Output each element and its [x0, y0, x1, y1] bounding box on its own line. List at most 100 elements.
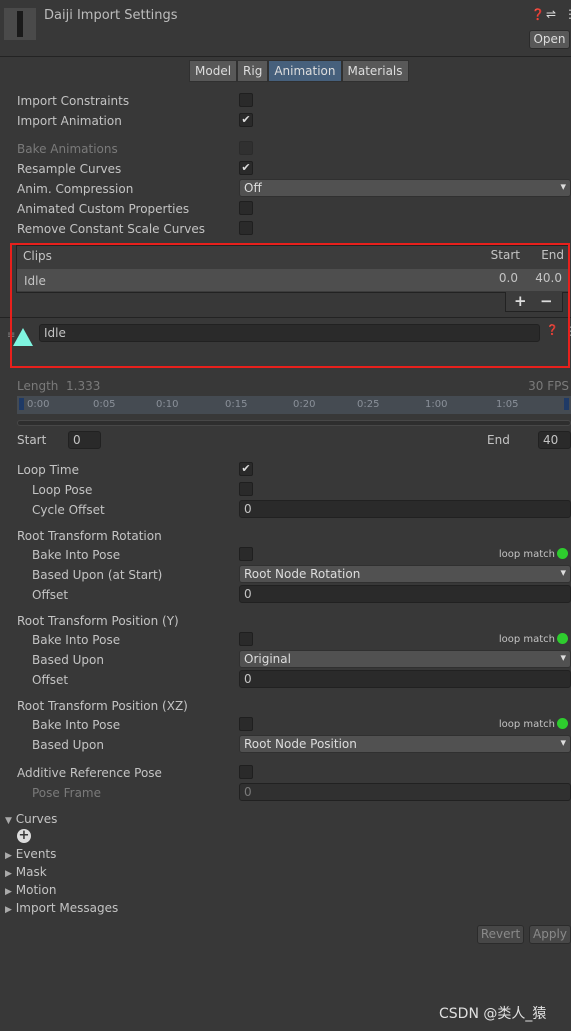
anim-compression-dropdown[interactable]: Off: [239, 179, 571, 197]
start-frame-input[interactable]: 0: [68, 431, 101, 449]
foldout-mask[interactable]: ▶ Mask: [5, 865, 47, 879]
import-constraints-checkbox[interactable]: [239, 93, 253, 107]
tab-model[interactable]: Model: [189, 60, 238, 82]
tick: 0:25: [357, 399, 380, 410]
tab-materials[interactable]: Materials: [341, 60, 409, 82]
cycle-offset-input[interactable]: 0: [239, 500, 571, 518]
rot-based-label: Based Upon (at Start): [32, 568, 163, 582]
posy-offset-input[interactable]: 0: [239, 670, 571, 688]
triangle-right-icon: ▶: [5, 869, 12, 879]
posxz-based-dropdown[interactable]: Root Node Position: [239, 735, 571, 753]
start-marker-handle[interactable]: [19, 398, 24, 410]
cycle-offset-label: Cycle Offset: [32, 503, 105, 517]
resample-curves-checkbox[interactable]: ✔: [239, 161, 253, 175]
revert-button[interactable]: Revert: [477, 925, 524, 944]
divider: [0, 56, 571, 57]
end-marker-handle[interactable]: [564, 398, 569, 410]
rot-offset-input[interactable]: 0: [239, 585, 571, 603]
rot-loop-match-label: loop match: [498, 549, 555, 560]
triangle-down-icon: ▼: [5, 816, 12, 826]
rot-bake-checkbox[interactable]: [239, 547, 253, 561]
triangle-right-icon: ▶: [5, 905, 12, 915]
length-label: Length: [17, 379, 59, 393]
import-messages-label: Import Messages: [15, 901, 119, 915]
timeline[interactable]: 0:00 0:05 0:10 0:15 0:20 0:25 1:00 1:05: [17, 396, 571, 414]
posy-bake-checkbox[interactable]: [239, 632, 253, 646]
posy-offset-label: Offset: [32, 673, 69, 687]
kebab-icon[interactable]: ⋮: [564, 7, 571, 21]
posxz-bake-checkbox[interactable]: [239, 717, 253, 731]
foldout-motion[interactable]: ▶ Motion: [5, 883, 56, 897]
root-rotation-title: Root Transform Rotation: [17, 529, 162, 543]
asset-thumbnail: [4, 8, 36, 40]
remove-constant-scale-checkbox[interactable]: [239, 221, 253, 235]
tick: 0:00: [27, 399, 50, 410]
tick: 0:05: [93, 399, 116, 410]
loop-time-checkbox[interactable]: ✔: [239, 462, 253, 476]
tab-rig[interactable]: Rig: [237, 60, 269, 82]
posy-based-dropdown[interactable]: Original: [239, 650, 571, 668]
import-animation-label: Import Animation: [17, 114, 122, 128]
sliders-icon[interactable]: ⇌: [546, 7, 556, 21]
help-icon[interactable]: ❓: [531, 8, 545, 21]
posy-loop-match-label: loop match: [498, 634, 555, 645]
animated-custom-properties-checkbox[interactable]: [239, 201, 253, 215]
tick: 1:00: [425, 399, 448, 410]
posy-loop-match-indicator: [557, 633, 568, 644]
motion-label: Motion: [15, 883, 57, 897]
rot-loop-match-indicator: [557, 548, 568, 559]
tab-bar: Model Rig Animation Materials: [189, 60, 409, 82]
posy-based-label: Based Upon: [32, 653, 104, 667]
posy-bake-label: Bake Into Pose: [32, 633, 121, 647]
additive-reference-pose-label: Additive Reference Pose: [17, 766, 162, 780]
animated-custom-properties-label: Animated Custom Properties: [17, 202, 190, 216]
foldout-events[interactable]: ▶ Events: [5, 847, 56, 861]
root-position-xz-title: Root Transform Position (XZ): [17, 699, 188, 713]
bake-animations-checkbox: [239, 141, 253, 155]
add-curve-icon[interactable]: +: [17, 829, 31, 843]
triangle-right-icon: ▶: [5, 887, 12, 897]
loop-pose-checkbox[interactable]: [239, 482, 253, 496]
pose-frame-input: 0: [239, 783, 571, 801]
highlight-box: [10, 243, 570, 368]
triangle-right-icon: ▶: [5, 851, 12, 861]
end-label: End: [487, 433, 510, 447]
posxz-loop-match-indicator: [557, 718, 568, 729]
end-frame-input[interactable]: 40: [538, 431, 571, 449]
loop-time-label: Loop Time: [17, 463, 79, 477]
fps-value: 30 FPS: [528, 379, 569, 393]
import-constraints-label: Import Constraints: [17, 94, 130, 108]
start-label: Start: [17, 433, 47, 447]
timeline-scrollbar[interactable]: [17, 420, 571, 426]
foldout-import-messages[interactable]: ▶ Import Messages: [5, 901, 118, 915]
posxz-loop-match-label: loop match: [498, 719, 555, 730]
tab-animation[interactable]: Animation: [268, 60, 342, 82]
additive-reference-pose-checkbox[interactable]: [239, 765, 253, 779]
anim-compression-label: Anim. Compression: [17, 182, 134, 196]
curves-label: Curves: [15, 812, 58, 826]
open-button[interactable]: Open: [529, 30, 570, 49]
tick: 0:10: [156, 399, 179, 410]
events-label: Events: [15, 847, 57, 861]
tick: 0:15: [225, 399, 248, 410]
rot-bake-label: Bake Into Pose: [32, 548, 121, 562]
inspector-title: Daiji Import Settings: [44, 8, 178, 23]
remove-constant-scale-label: Remove Constant Scale Curves: [17, 222, 206, 236]
pose-frame-label: Pose Frame: [32, 786, 101, 800]
root-position-y-title: Root Transform Position (Y): [17, 614, 179, 628]
rot-offset-label: Offset: [32, 588, 69, 602]
resample-curves-label: Resample Curves: [17, 162, 122, 176]
length-value: 1.333: [66, 379, 101, 393]
foldout-curves[interactable]: ▼ Curves: [5, 812, 57, 826]
loop-pose-label: Loop Pose: [32, 483, 93, 497]
tick: 1:05: [496, 399, 519, 410]
watermark: CSDN @类人_猿: [439, 1006, 547, 1022]
bake-animations-label: Bake Animations: [17, 142, 118, 156]
mask-label: Mask: [15, 865, 47, 879]
tick: 0:20: [293, 399, 316, 410]
import-animation-checkbox[interactable]: ✔: [239, 113, 253, 127]
posxz-bake-label: Bake Into Pose: [32, 718, 121, 732]
apply-button[interactable]: Apply: [529, 925, 571, 944]
rot-based-dropdown[interactable]: Root Node Rotation: [239, 565, 571, 583]
posxz-based-label: Based Upon: [32, 738, 104, 752]
